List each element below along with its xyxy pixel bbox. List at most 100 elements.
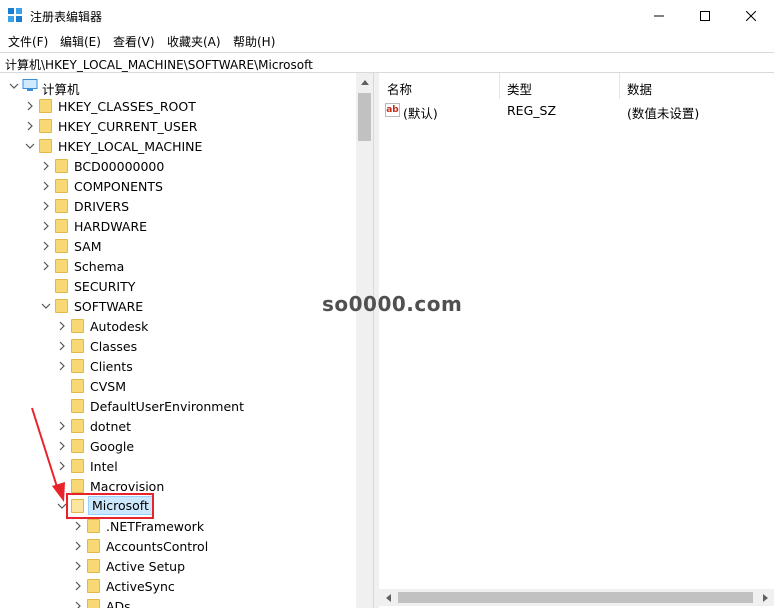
chevron-right-icon[interactable] bbox=[72, 580, 84, 592]
folder-icon bbox=[55, 279, 68, 293]
chevron-right-icon[interactable] bbox=[40, 160, 52, 172]
tree-node[interactable]: SECURITY bbox=[0, 276, 356, 296]
minimize-icon bbox=[654, 15, 664, 16]
tree-node[interactable]: ADs bbox=[0, 596, 356, 608]
tree-node[interactable]: BCD00000000 bbox=[0, 156, 356, 176]
scroll-thumb[interactable] bbox=[358, 93, 371, 141]
column-header-data[interactable]: 数据 bbox=[620, 73, 774, 99]
chevron-down-icon[interactable] bbox=[8, 80, 20, 92]
tree-node-label: Schema bbox=[74, 259, 125, 274]
chevron-right-icon[interactable] bbox=[40, 260, 52, 272]
tree-node-label: ADs bbox=[106, 599, 131, 608]
folder-icon bbox=[55, 199, 68, 213]
folder-icon bbox=[87, 579, 100, 593]
tree-node[interactable]: DRIVERS bbox=[0, 196, 356, 216]
tree-node-label: HKEY_CLASSES_ROOT bbox=[58, 99, 196, 114]
folder-icon bbox=[55, 159, 68, 173]
chevron-right-icon[interactable] bbox=[40, 240, 52, 252]
menu-favorites[interactable]: 收藏夹(A) bbox=[167, 33, 221, 50]
tree-node[interactable]: Autodesk bbox=[0, 316, 356, 336]
menu-file[interactable]: 文件(F) bbox=[8, 33, 48, 50]
scroll-up-button[interactable] bbox=[356, 73, 373, 90]
tree-node[interactable]: HKEY_LOCAL_MACHINE bbox=[0, 136, 356, 156]
tree-node-label: SOFTWARE bbox=[74, 299, 144, 314]
value-name: (默认) bbox=[403, 106, 438, 121]
tree-node-label: HARDWARE bbox=[74, 219, 148, 234]
tree-node[interactable]: ActiveSync bbox=[0, 576, 356, 596]
tree-node[interactable]: SOFTWARE bbox=[0, 296, 356, 316]
tree-node-label: SECURITY bbox=[74, 279, 136, 294]
menu-help[interactable]: 帮助(H) bbox=[233, 33, 275, 50]
folder-icon bbox=[39, 119, 52, 133]
address-bar[interactable]: 计算机\HKEY_LOCAL_MACHINE\SOFTWARE\Microsof… bbox=[0, 52, 774, 73]
tree-node[interactable]: HKEY_CLASSES_ROOT bbox=[0, 96, 356, 116]
tree-pane[interactable]: 计算机 HKEY_CLASSES_ROOT HKEY_CURRENT_USER HK… bbox=[0, 73, 374, 608]
tree-node-label: Autodesk bbox=[90, 319, 149, 334]
tree-node-computer[interactable]: 计算机 bbox=[0, 76, 356, 97]
list-item[interactable]: ab (默认) REG_SZ (数值未设置) bbox=[379, 100, 774, 121]
list-horizontal-scrollbar[interactable] bbox=[379, 589, 774, 606]
chevron-right-icon[interactable] bbox=[56, 320, 68, 332]
column-header-type[interactable]: 类型 bbox=[500, 73, 620, 99]
close-icon bbox=[746, 10, 756, 21]
chevron-up-icon bbox=[360, 79, 369, 85]
tree-node-label: COMPONENTS bbox=[74, 179, 163, 194]
values-list-pane[interactable]: 名称 类型 数据 ab (默认) REG_SZ (数值未设置) bbox=[379, 73, 774, 608]
chevron-right-icon[interactable] bbox=[24, 120, 36, 132]
tree-node[interactable]: HKEY_CURRENT_USER bbox=[0, 116, 356, 136]
title-bar: 注册表编辑器 bbox=[0, 0, 774, 31]
tree-node[interactable]: .NETFramework bbox=[0, 516, 356, 536]
chevron-right-icon[interactable] bbox=[40, 200, 52, 212]
column-header-name[interactable]: 名称 bbox=[379, 73, 500, 99]
chevron-right-icon[interactable] bbox=[72, 520, 84, 532]
chevron-right-icon[interactable] bbox=[56, 360, 68, 372]
tree-node[interactable]: COMPONENTS bbox=[0, 176, 356, 196]
chevron-left-icon bbox=[385, 593, 391, 602]
chevron-right-icon bbox=[762, 593, 768, 602]
chevron-right-icon[interactable] bbox=[40, 180, 52, 192]
chevron-down-icon[interactable] bbox=[24, 140, 36, 152]
highlight-box bbox=[66, 493, 154, 519]
menu-view[interactable]: 查看(V) bbox=[113, 33, 155, 50]
address-path[interactable]: 计算机\HKEY_LOCAL_MACHINE\SOFTWARE\Microsof… bbox=[5, 56, 313, 73]
tree-node-label: Clients bbox=[90, 359, 133, 374]
folder-icon bbox=[39, 99, 52, 113]
chevron-right-icon[interactable] bbox=[24, 100, 36, 112]
folder-icon bbox=[87, 599, 100, 608]
tree-vertical-scrollbar[interactable] bbox=[356, 73, 373, 608]
close-button[interactable] bbox=[728, 0, 774, 31]
folder-icon bbox=[55, 259, 68, 273]
folder-icon bbox=[87, 539, 100, 553]
folder-icon bbox=[71, 439, 84, 453]
chevron-down-icon[interactable] bbox=[40, 300, 52, 312]
maximize-icon bbox=[700, 10, 710, 21]
tree-node-label: HKEY_LOCAL_MACHINE bbox=[58, 139, 203, 154]
chevron-right-icon[interactable] bbox=[56, 340, 68, 352]
tree-node[interactable]: Clients bbox=[0, 356, 356, 376]
tree-node[interactable]: AccountsControl bbox=[0, 536, 356, 556]
tree-node[interactable]: SAM bbox=[0, 236, 356, 256]
tree-node[interactable]: HARDWARE bbox=[0, 216, 356, 236]
menu-edit[interactable]: 编辑(E) bbox=[60, 33, 101, 50]
folder-icon bbox=[39, 139, 52, 153]
scroll-left-button[interactable] bbox=[379, 589, 396, 606]
tree-node-label: .NETFramework bbox=[106, 519, 205, 534]
tree-node[interactable]: Classes bbox=[0, 336, 356, 356]
window-title: 注册表编辑器 bbox=[30, 10, 103, 24]
chevron-right-icon[interactable] bbox=[72, 560, 84, 572]
tree-node-label: SAM bbox=[74, 239, 102, 254]
scroll-thumb[interactable] bbox=[398, 592, 753, 603]
computer-icon bbox=[22, 79, 38, 91]
chevron-right-icon[interactable] bbox=[72, 600, 84, 608]
minimize-button[interactable] bbox=[636, 0, 682, 31]
tree-node[interactable]: Active Setup bbox=[0, 556, 356, 576]
scroll-right-button[interactable] bbox=[757, 589, 774, 606]
tree-node[interactable]: CVSM bbox=[0, 376, 356, 396]
tree-node[interactable]: Schema bbox=[0, 256, 356, 276]
chevron-right-icon[interactable] bbox=[40, 220, 52, 232]
chevron-right-icon[interactable] bbox=[72, 540, 84, 552]
folder-icon bbox=[71, 379, 84, 393]
folder-icon bbox=[55, 179, 68, 193]
maximize-button[interactable] bbox=[682, 0, 728, 31]
tree-node-label: HKEY_CURRENT_USER bbox=[58, 119, 198, 134]
